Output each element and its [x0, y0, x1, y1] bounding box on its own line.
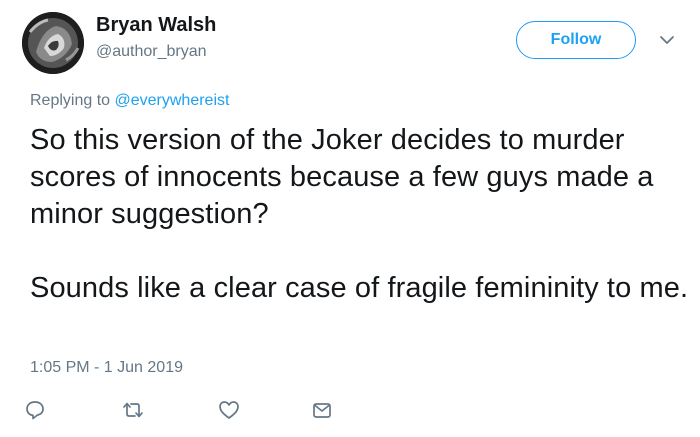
avatar-photo-icon [22, 12, 84, 74]
follow-button[interactable]: Follow [516, 21, 636, 59]
tweet-text: So this version of the Joker decides to … [30, 122, 690, 307]
tweet-card: Bryan Walsh @author_bryan Follow Replyin… [0, 0, 700, 437]
avatar[interactable] [22, 12, 84, 74]
tweet-paragraph: So this version of the Joker decides to … [30, 124, 654, 230]
tweet-paragraph: Sounds like a clear case of fragile femi… [30, 272, 689, 304]
replying-to-mention[interactable]: @everywhereist [115, 92, 230, 109]
replying-to-prefix: Replying to [30, 92, 115, 109]
replying-to: Replying to @everywhereist [30, 92, 229, 110]
more-options-chevron-down-icon[interactable] [656, 31, 678, 49]
like-icon[interactable] [216, 397, 242, 423]
author-handle[interactable]: @author_bryan [96, 43, 207, 61]
tweet-timestamp[interactable]: 1:05 PM - 1 Jun 2019 [30, 359, 183, 377]
message-icon[interactable] [309, 397, 335, 423]
retweet-icon[interactable] [120, 397, 146, 423]
author-name[interactable]: Bryan Walsh [96, 14, 216, 37]
reply-icon[interactable] [22, 397, 48, 423]
